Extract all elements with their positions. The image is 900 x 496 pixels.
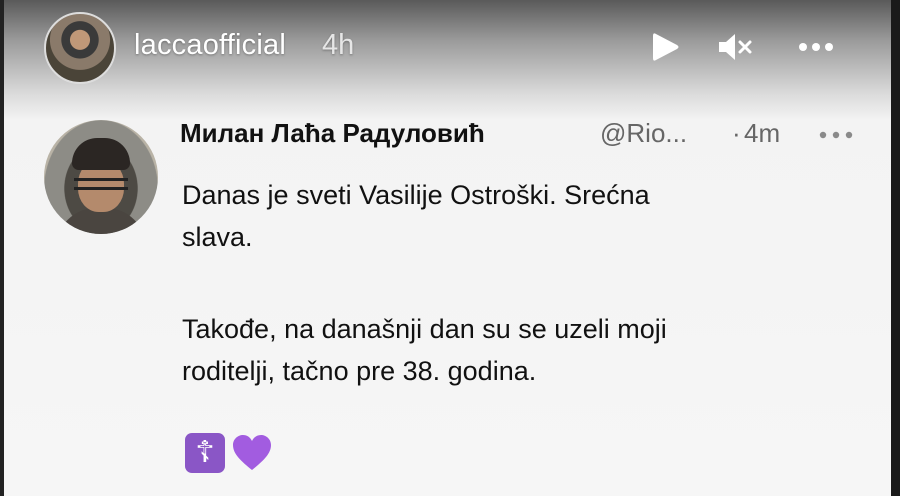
tweet-text-line: roditelji, tačno pre 38. godina. (182, 356, 537, 386)
story-timestamp: 4h (322, 29, 355, 61)
tweet-text-line: Takođe, na današnji dan su se uzeli moji (182, 314, 667, 344)
tweet-author-name[interactable]: Милан Лаћа Радуловић (180, 118, 485, 149)
mute-icon[interactable] (716, 30, 754, 64)
purple-heart-icon (233, 435, 271, 470)
tweet-card: Милан Лаћа Радуловић @Rio... · 4m Danas … (0, 96, 900, 496)
tweet-timestamp[interactable]: 4m (744, 118, 780, 149)
play-icon[interactable] (647, 30, 685, 64)
tweet-text-line: slava. (182, 222, 253, 252)
tweet-separator: · (732, 118, 741, 148)
orthodox-cross-icon: ☦ (185, 433, 225, 473)
tweet-text: Danas je sveti Vasilije Ostroški. Srećna… (182, 174, 842, 392)
tweet-author-handle[interactable]: @Rio... (600, 118, 687, 149)
tweet-author-avatar[interactable] (44, 120, 158, 234)
tweet-more-icon[interactable] (818, 130, 854, 140)
story-viewer: laccaofficial 4h Милан Лаћа Радуловић @R… (0, 0, 900, 496)
tweet-text-line: Danas je sveti Vasilije Ostroški. Srećna (182, 180, 650, 210)
story-username[interactable]: laccaofficial (134, 29, 286, 62)
more-icon[interactable] (797, 30, 835, 64)
story-header: laccaofficial 4h (0, 0, 900, 96)
story-avatar[interactable] (44, 12, 116, 84)
